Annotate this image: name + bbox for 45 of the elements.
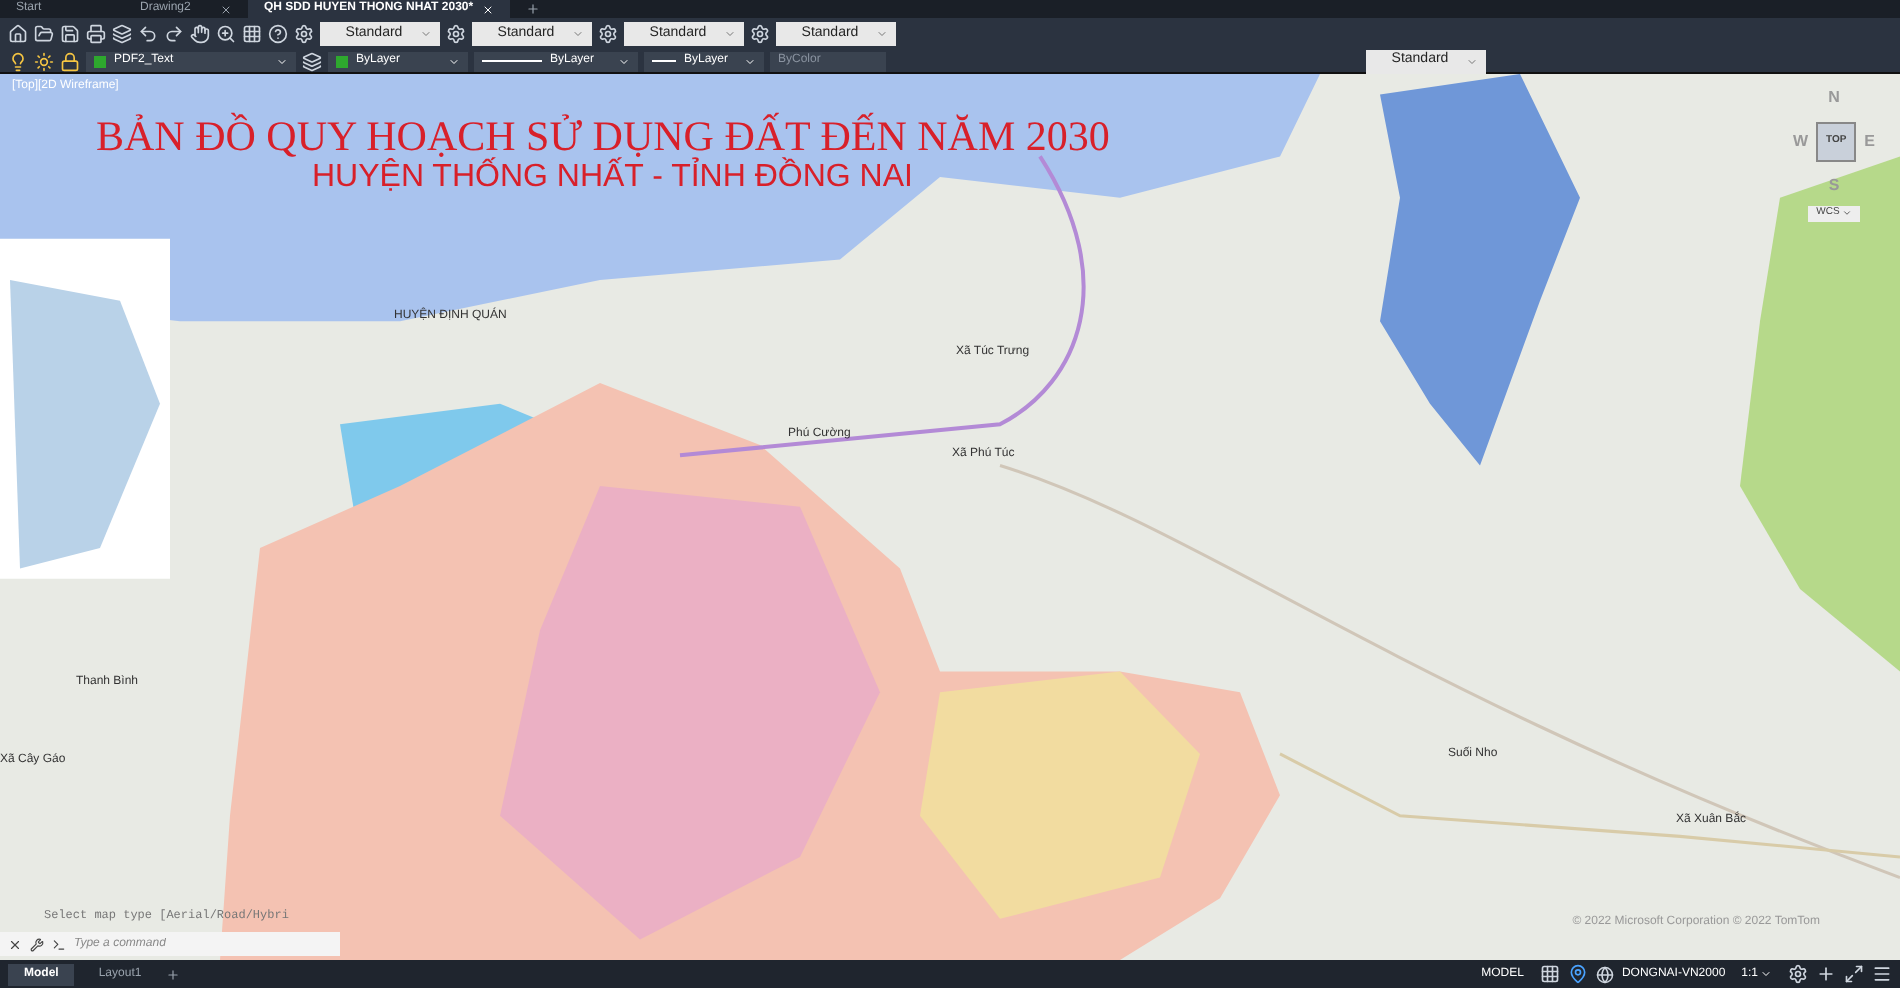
zoom-icon[interactable] (216, 24, 236, 44)
pan-icon[interactable] (190, 24, 210, 44)
caret-icon (448, 55, 460, 67)
style-icon[interactable] (294, 24, 314, 44)
plus-icon[interactable] (1816, 964, 1836, 984)
caret-icon (276, 55, 288, 67)
caret-icon (723, 28, 736, 40)
help-icon[interactable] (268, 24, 288, 44)
style-icon[interactable] (598, 24, 618, 44)
undo-icon[interactable] (138, 24, 158, 44)
map-title: BẢN ĐỒ QUY HOẠCH SỬ DỤNG ĐẤT ĐẾN NĂM 2030 (96, 110, 1110, 160)
close-icon[interactable] (220, 3, 232, 15)
save-icon[interactable] (60, 24, 80, 44)
printer-icon[interactable] (86, 24, 106, 44)
lock-icon[interactable] (60, 51, 80, 71)
caret-icon (744, 55, 756, 67)
menu-icon[interactable] (1872, 964, 1892, 984)
grid-icon[interactable] (242, 24, 262, 44)
new-tab-icon[interactable] (525, 2, 540, 16)
open-folder-icon[interactable] (34, 24, 54, 44)
wrench-icon[interactable] (30, 937, 44, 951)
caret-icon (1841, 208, 1852, 219)
home-icon[interactable] (8, 24, 28, 44)
style-icon[interactable] (446, 24, 466, 44)
close-icon[interactable] (8, 937, 22, 951)
layers-icon[interactable] (302, 51, 322, 71)
settings-icon[interactable] (1788, 964, 1808, 984)
caret-icon (419, 28, 432, 40)
add-layout-icon[interactable] (165, 967, 180, 981)
caret-icon (571, 28, 584, 40)
fullscreen-icon[interactable] (1844, 964, 1864, 984)
lightbulb-icon[interactable] (8, 51, 28, 71)
pin-icon[interactable] (1567, 964, 1588, 984)
layers-icon[interactable] (112, 24, 132, 44)
caret-icon (1760, 968, 1772, 980)
grid-icon[interactable] (1539, 964, 1560, 984)
globe-icon[interactable] (1595, 965, 1614, 983)
map-subtitle: HUYỆN THỐNG NHẤT - TỈNH ĐỒNG NAI (312, 157, 913, 198)
caret-icon (875, 28, 888, 40)
prompt-icon[interactable] (52, 937, 66, 951)
caret-icon (618, 55, 630, 67)
caret-icon (1465, 55, 1478, 67)
style-icon[interactable] (750, 24, 770, 44)
redo-icon[interactable] (164, 24, 184, 44)
sun-icon[interactable] (34, 51, 54, 71)
